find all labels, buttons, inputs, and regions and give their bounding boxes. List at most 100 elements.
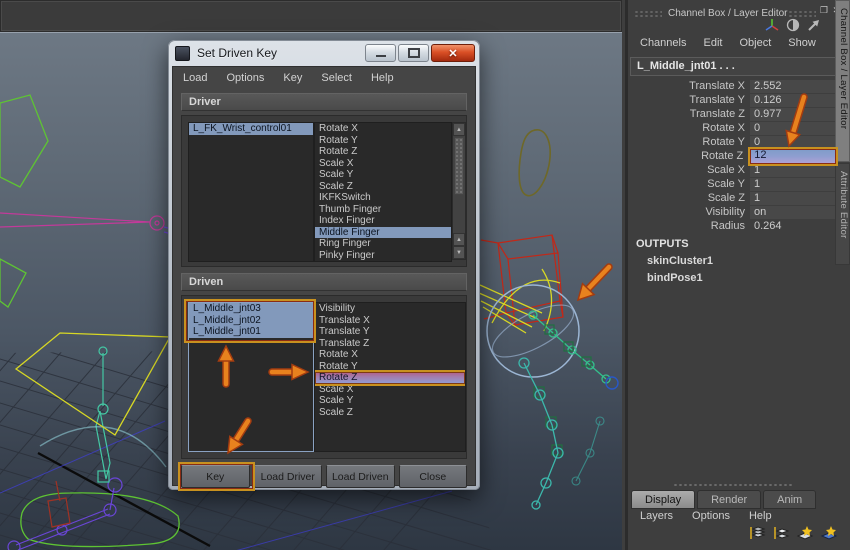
channel-label[interactable]: Scale Y (628, 178, 750, 190)
driver-attr-item[interactable]: Ring Finger (315, 238, 451, 250)
create-anim-layer-icon[interactable] (820, 525, 838, 541)
driver-attr-item[interactable]: Scale Y (315, 169, 451, 181)
driver-attribute-list[interactable]: Rotate X Rotate Y Rotate Z Scale X Scale… (314, 122, 452, 262)
driver-section-header[interactable]: Driver (181, 93, 467, 111)
channel-label[interactable]: Translate Y (628, 94, 750, 106)
channel-label[interactable]: Translate X (628, 80, 750, 92)
dialog-menubar: Load Options Key Select Help (173, 67, 475, 89)
driver-attr-item[interactable]: Scale X (315, 158, 451, 170)
dialog-titlebar[interactable]: Set Driven Key ✕ (168, 40, 480, 66)
channel-value[interactable]: 0.977 (750, 108, 837, 121)
scroll-up-icon[interactable]: ▲ (453, 123, 465, 136)
channel-row: Translate Y 0.126 (628, 93, 838, 107)
driver-attr-item[interactable]: Rotate X (315, 123, 451, 135)
scroll-down-icon[interactable]: ▼ (453, 246, 465, 259)
channel-label[interactable]: Rotate X (628, 122, 750, 134)
driven-object-list[interactable]: L_Middle_jnt03 L_Middle_jnt02 L_Middle_j… (188, 302, 314, 452)
channel-value-highlighted[interactable]: 12 (748, 147, 838, 166)
driven-attr-item[interactable]: Rotate Y (315, 361, 465, 373)
channel-label[interactable]: Translate Z (628, 108, 750, 120)
channel-label[interactable]: Rotate Y (628, 136, 750, 148)
channel-label[interactable]: Radius (628, 220, 750, 232)
channel-label[interactable]: Visibility (628, 206, 750, 218)
channel-value[interactable]: 0 (750, 122, 837, 135)
channel-label[interactable]: Scale X (628, 164, 750, 176)
driven-object-item-selected[interactable]: L_Middle_jnt03 (189, 303, 313, 315)
menu-options[interactable]: Options (226, 72, 264, 84)
dialog-title: Set Driven Key (197, 46, 277, 60)
driven-attr-item[interactable]: Scale Y (315, 395, 465, 407)
driver-attr-item[interactable]: Thumb Finger (315, 204, 451, 216)
panel-float-icon[interactable]: ❐ (820, 5, 828, 16)
create-empty-layer-icon[interactable] (748, 525, 766, 541)
channel-value[interactable]: 1 (750, 178, 837, 191)
menu-edit[interactable]: Edit (703, 37, 722, 49)
menu-layer-help[interactable]: Help (749, 510, 772, 522)
tab-render[interactable]: Render (697, 490, 761, 509)
menu-object[interactable]: Object (739, 37, 771, 49)
menu-show[interactable]: Show (788, 37, 816, 49)
minimize-button[interactable] (365, 44, 396, 62)
close-button[interactable]: Close (399, 465, 468, 488)
driven-attr-item[interactable]: Visibility (315, 303, 465, 315)
driver-scrollbar[interactable]: ▲ ▲ ▼ (452, 122, 466, 260)
channel-value[interactable]: 2.552 (750, 80, 837, 93)
driver-attr-item[interactable]: Rotate Y (315, 135, 451, 147)
channel-value[interactable]: 0.126 (750, 94, 837, 107)
driver-attr-item[interactable]: Pinky Finger (315, 250, 451, 262)
channel-value[interactable]: on (750, 206, 837, 219)
output-node[interactable]: skinCluster1 (647, 255, 713, 267)
layer-editor-toolbar (748, 525, 838, 541)
driver-object-item[interactable]: L_FK_Wrist_control01 (189, 123, 313, 135)
driven-attr-item[interactable]: Translate Z (315, 338, 465, 350)
driven-object-item-selected[interactable]: L_Middle_jnt02 (189, 315, 313, 327)
menu-help[interactable]: Help (371, 72, 394, 84)
driven-section-header[interactable]: Driven (181, 273, 467, 291)
menu-layers[interactable]: Layers (640, 510, 673, 522)
driven-attr-item[interactable]: Rotate X (315, 349, 465, 361)
close-icon[interactable]: ✕ (431, 44, 475, 62)
scroll-up-icon[interactable]: ▲ (453, 233, 465, 246)
key-button[interactable]: Key (181, 465, 250, 488)
driven-attr-item[interactable]: Translate X (315, 315, 465, 327)
menu-select[interactable]: Select (321, 72, 352, 84)
menu-key[interactable]: Key (283, 72, 302, 84)
channel-value[interactable]: 1 (750, 192, 837, 205)
tab-attribute-editor[interactable]: Attribute Editor (835, 163, 850, 265)
driven-object-item-selected[interactable]: L_Middle_jnt01 (189, 326, 313, 338)
driven-attr-item[interactable]: Translate Y (315, 326, 465, 338)
driver-attr-item-selected[interactable]: Middle Finger (315, 227, 451, 239)
driven-attr-item[interactable]: Scale X (315, 384, 465, 396)
create-layer-from-selected-icon[interactable] (772, 525, 790, 541)
driver-object-list[interactable]: L_FK_Wrist_control01 (188, 122, 314, 262)
channel-box-toolbar (764, 17, 822, 33)
driven-attr-item[interactable]: Scale Z (315, 407, 465, 419)
scrollbar-thumb[interactable] (454, 137, 464, 195)
output-node[interactable]: bindPose1 (647, 272, 703, 284)
channel-value[interactable]: 0.264 (750, 220, 837, 233)
tab-anim[interactable]: Anim (763, 490, 816, 509)
panel-drag-dots[interactable] (634, 10, 662, 18)
driver-attr-item[interactable]: Rotate Z (315, 146, 451, 158)
driven-attribute-list[interactable]: Visibility Translate X Translate Y Trans… (314, 302, 466, 452)
menu-layer-options[interactable]: Options (692, 510, 730, 522)
tab-display[interactable]: Display (631, 490, 695, 509)
driven-attr-item-selected[interactable]: Rotate Z (315, 372, 465, 384)
hyperbolic-arrow-icon[interactable] (806, 17, 822, 33)
channel-label[interactable]: Scale Z (628, 192, 750, 204)
driver-attr-item[interactable]: IKFKSwitch (315, 192, 451, 204)
menu-channels[interactable]: Channels (640, 37, 686, 49)
menu-load[interactable]: Load (183, 72, 207, 84)
load-driven-button[interactable]: Load Driven (326, 465, 395, 488)
maximize-button[interactable] (398, 44, 429, 62)
driver-attr-item[interactable]: Scale Z (315, 181, 451, 193)
selected-object-name[interactable]: L_Middle_jnt01 . . . (630, 57, 841, 76)
channel-label[interactable]: Rotate Z (628, 150, 748, 162)
driver-attr-item[interactable]: Index Finger (315, 215, 451, 227)
load-driver-button[interactable]: Load Driver (254, 465, 323, 488)
tab-channel-box-layer-editor[interactable]: Channel Box / Layer Editor (835, 0, 850, 162)
layer-editor-separator[interactable] (673, 483, 793, 488)
create-display-layer-icon[interactable] (796, 525, 814, 541)
manipulator-axis-icon[interactable] (764, 17, 780, 33)
speed-control-icon[interactable] (785, 17, 801, 33)
